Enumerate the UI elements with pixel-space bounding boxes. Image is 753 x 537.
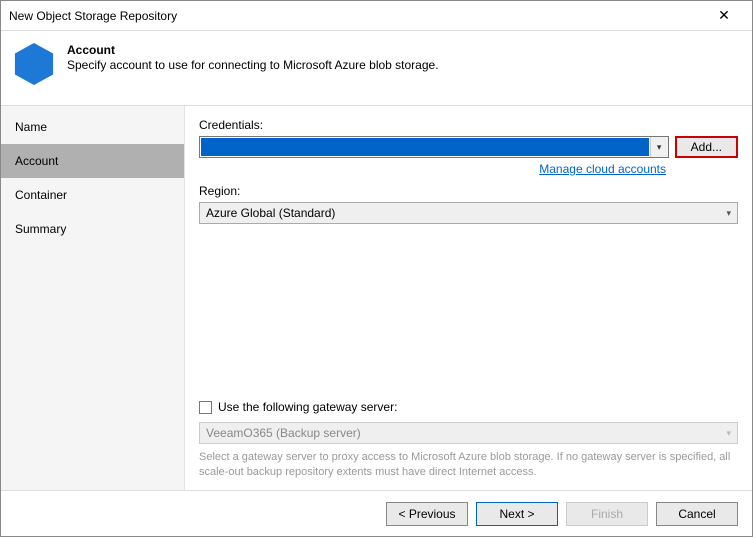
finish-button: Finish: [566, 502, 648, 526]
add-button[interactable]: Add...: [675, 136, 738, 158]
gateway-checkbox-row: Use the following gateway server:: [199, 400, 738, 414]
region-dropdown[interactable]: Azure Global (Standard) ▾: [199, 202, 738, 224]
gateway-checkbox-label: Use the following gateway server:: [218, 400, 397, 414]
sidebar-item-name[interactable]: Name: [1, 110, 184, 144]
region-block: Region: Azure Global (Standard) ▾: [199, 184, 738, 224]
wizard-footer: < Previous Next > Finish Cancel: [1, 490, 752, 536]
region-value: Azure Global (Standard): [206, 206, 335, 220]
sidebar-item-summary[interactable]: Summary: [1, 212, 184, 246]
gateway-block: Use the following gateway server: VeeamO…: [199, 400, 738, 480]
wizard-header: Account Specify account to use for conne…: [1, 31, 752, 105]
titlebar: New Object Storage Repository ✕: [1, 1, 752, 31]
sidebar-item-account[interactable]: Account: [1, 144, 184, 178]
next-button[interactable]: Next >: [476, 502, 558, 526]
hexagon-icon: [13, 41, 55, 87]
gateway-server-dropdown: VeeamO365 (Backup server) ▾: [199, 422, 738, 444]
chevron-down-icon[interactable]: ▾: [650, 137, 668, 157]
page-title: Account: [67, 43, 439, 57]
credentials-dropdown[interactable]: ▾: [199, 136, 669, 158]
wizard-window: New Object Storage Repository ✕ Account …: [0, 0, 753, 537]
page-subtitle: Specify account to use for connecting to…: [67, 58, 439, 72]
chevron-down-icon: ▾: [726, 208, 731, 219]
gateway-server-value: VeeamO365 (Backup server): [206, 426, 361, 440]
window-title: New Object Storage Repository: [9, 9, 704, 23]
gateway-checkbox[interactable]: [199, 401, 212, 414]
region-label: Region:: [199, 184, 738, 198]
credentials-row: ▾ Add...: [199, 136, 738, 158]
credentials-label: Credentials:: [199, 118, 738, 132]
header-text: Account Specify account to use for conne…: [67, 41, 439, 87]
chevron-down-icon: ▾: [726, 428, 731, 439]
main-panel: Credentials: ▾ Add... Manage cloud accou…: [185, 106, 752, 490]
previous-button[interactable]: < Previous: [386, 502, 468, 526]
credentials-value: [201, 138, 649, 156]
cancel-button[interactable]: Cancel: [656, 502, 738, 526]
wizard-steps-sidebar: Name Account Container Summary: [1, 106, 185, 490]
close-icon[interactable]: ✕: [704, 2, 744, 30]
wizard-body: Name Account Container Summary Credentia…: [1, 105, 752, 490]
gateway-hint: Select a gateway server to proxy access …: [199, 450, 738, 480]
spacer: [199, 224, 738, 400]
sidebar-item-container[interactable]: Container: [1, 178, 184, 212]
manage-cloud-accounts-link[interactable]: Manage cloud accounts: [199, 162, 666, 176]
